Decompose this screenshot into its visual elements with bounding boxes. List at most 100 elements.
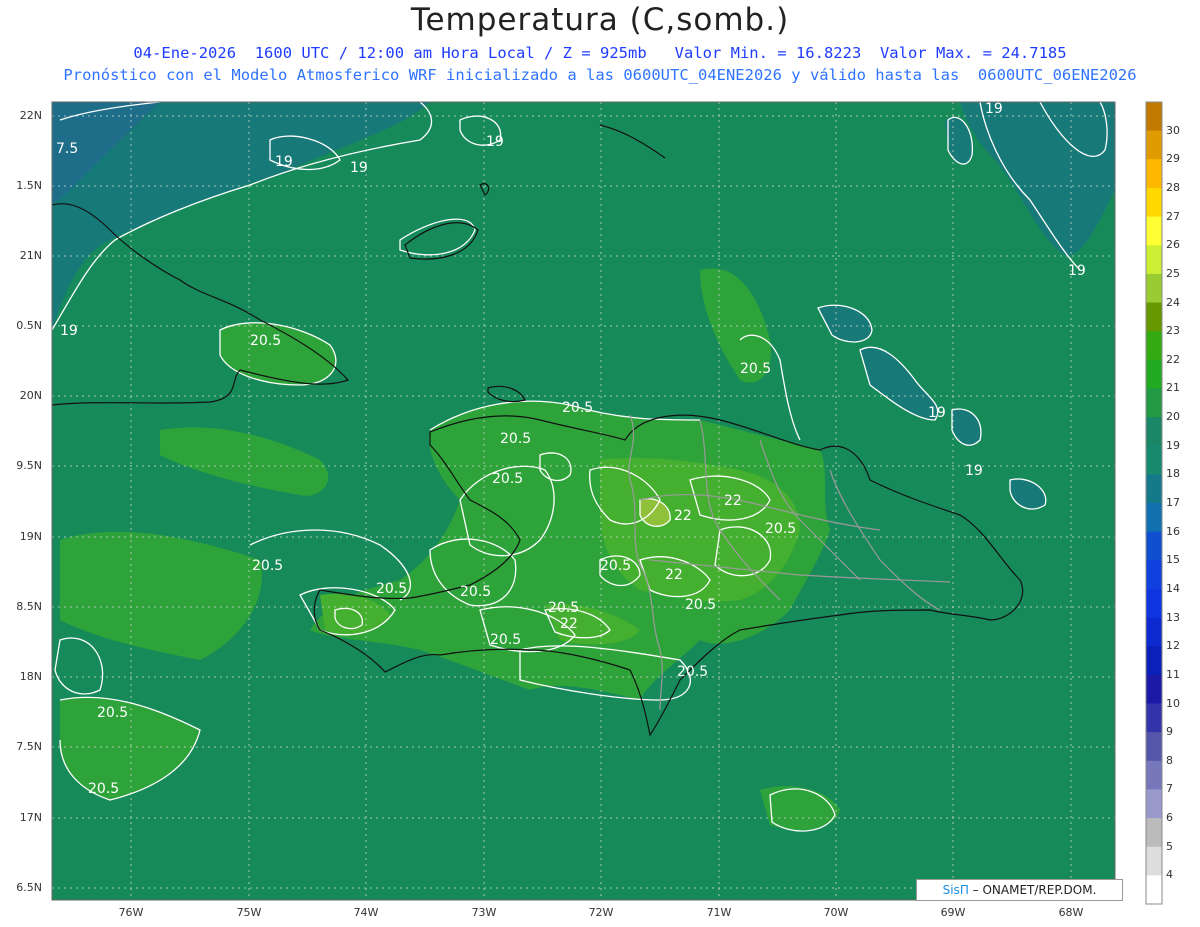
color-bar-label: 20 [1166, 410, 1180, 424]
contour-label: 19 [486, 134, 504, 150]
contour-label: 20.5 [562, 400, 593, 416]
color-bar-label: 26 [1166, 238, 1180, 252]
color-bar-swatch [1146, 503, 1162, 533]
color-bar-label: 7 [1166, 782, 1173, 796]
contour-label: 19 [275, 154, 293, 170]
color-bar-swatch [1146, 846, 1162, 876]
color-bar-swatch [1146, 646, 1162, 676]
color-bar-swatch [1146, 789, 1162, 819]
contour-label: 20.5 [765, 521, 796, 537]
credit-text: – ONAMET/REP.DOM. [972, 883, 1097, 897]
color-bar-swatch [1146, 302, 1162, 332]
color-bar-swatch [1146, 417, 1162, 447]
color-bar-label: 12 [1166, 639, 1180, 653]
contour-label: 20.5 [97, 705, 128, 721]
lat-label: 22N [19, 109, 42, 122]
lat-label: 18N [19, 670, 42, 683]
lat-label: 9.5N [16, 459, 42, 472]
contour-label: 7.5 [56, 141, 78, 157]
color-bar-label: 8 [1166, 753, 1173, 767]
color-bar-label: 15 [1166, 553, 1180, 567]
color-bar-swatch [1146, 474, 1162, 504]
color-bar-label: 19 [1166, 438, 1180, 452]
contour-label: 20.5 [548, 600, 579, 616]
lat-label: 17N [19, 811, 42, 824]
contour-label: 19 [965, 463, 983, 479]
credit-box: SisΠ – ONAMET/REP.DOM. [916, 879, 1123, 901]
color-bar-swatch [1146, 560, 1162, 590]
lon-label: 74W [353, 906, 379, 919]
contour-label: 20.5 [490, 632, 521, 648]
color-bar-label: 10 [1166, 696, 1180, 710]
color-bar-label: 30 [1166, 123, 1180, 137]
contour-label: 22 [674, 508, 692, 524]
color-bar-swatch [1146, 216, 1162, 246]
contour-label: 20.5 [600, 558, 631, 574]
color-bar-swatch [1146, 130, 1162, 160]
color-bar-label: 21 [1166, 381, 1180, 395]
color-bar-label: 28 [1166, 180, 1180, 194]
color-bar-swatch [1146, 359, 1162, 389]
contour-label: 20.5 [376, 581, 407, 597]
lat-label: 6.5N [16, 881, 42, 894]
color-bar-label: 29 [1166, 152, 1180, 166]
contour-label: 19 [985, 101, 1003, 117]
contour-label: 20.5 [740, 361, 771, 377]
contour-label: 22 [724, 493, 742, 509]
color-bar-swatch [1146, 102, 1162, 132]
contour-label: 19 [60, 323, 78, 339]
color-bar-label: 23 [1166, 324, 1180, 338]
contour-label: 20.5 [677, 664, 708, 680]
lon-label: 75W [236, 906, 262, 919]
contour-label: 20.5 [250, 333, 281, 349]
sispi-logo: SisΠ [942, 883, 969, 897]
color-bar-label: 22 [1166, 352, 1180, 366]
contour-label: 20.5 [252, 558, 283, 574]
color-bar-swatch [1146, 588, 1162, 619]
color-bar-label: 18 [1166, 467, 1180, 481]
color-bar-label: 25 [1166, 266, 1180, 280]
color-bar-swatch [1146, 273, 1162, 303]
color-bar-label: 14 [1166, 581, 1180, 595]
color-bar-label: 5 [1166, 839, 1173, 853]
contour-label: 22 [560, 616, 578, 632]
color-bar-swatch [1146, 245, 1162, 275]
lon-label: 72W [588, 906, 614, 919]
lon-label: 69W [940, 906, 966, 919]
color-bar-label: 9 [1166, 725, 1173, 739]
lon-label: 73W [471, 906, 497, 919]
temperature-map: 7.5 19 19 19 19 19 19 19 19 20.5 20.5 20… [51, 101, 1163, 905]
color-bar-swatch [1146, 818, 1162, 848]
color-bar-swatch [1146, 875, 1162, 905]
color-bar [1146, 102, 1162, 905]
color-bar-swatch [1146, 617, 1162, 647]
lat-label: 19N [19, 530, 42, 543]
lat-label: 7.5N [16, 740, 42, 753]
lon-label: 76W [118, 906, 144, 919]
contour-label: 22 [665, 567, 683, 583]
color-bar-swatch [1146, 388, 1162, 418]
color-bar-swatch [1146, 159, 1162, 189]
lat-label: 20N [19, 389, 42, 402]
color-bar-label: 24 [1166, 295, 1180, 309]
color-bar-label: 17 [1166, 496, 1180, 509]
contour-label: 19 [1068, 263, 1086, 279]
color-bar-swatch [1146, 703, 1162, 733]
color-bar-label: 6 [1166, 811, 1173, 825]
lat-label: 21N [19, 249, 42, 262]
color-bar-swatch [1146, 187, 1162, 218]
color-bar-swatch [1146, 445, 1162, 475]
lat-label: 8.5N [16, 600, 42, 613]
color-bar-label: 13 [1166, 610, 1180, 624]
contour-label: 20.5 [88, 781, 119, 797]
lon-label: 70W [823, 906, 849, 919]
lat-label: 0.5N [16, 319, 42, 332]
color-bar-label: 27 [1166, 209, 1180, 223]
color-bar-label: 4 [1166, 868, 1173, 882]
color-bar-label: 16 [1166, 524, 1180, 538]
color-bar-swatch [1146, 531, 1162, 561]
color-bar-swatch [1146, 732, 1162, 762]
contour-label: 20.5 [492, 471, 523, 487]
contour-label: 19 [928, 405, 946, 421]
contour-label: 19 [350, 160, 368, 176]
